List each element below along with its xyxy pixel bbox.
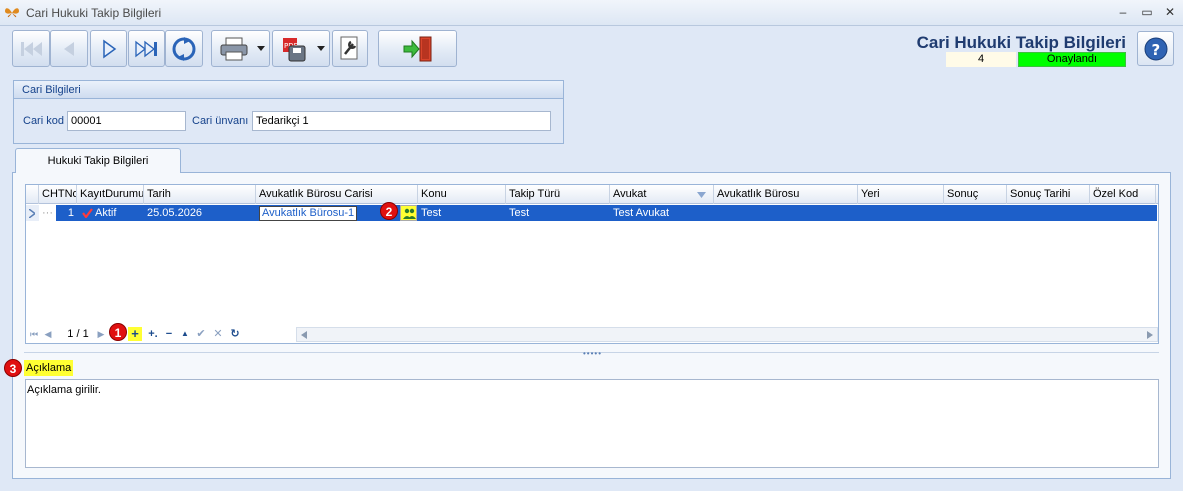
cari-unvan-label: Cari ünvanı [192, 115, 249, 127]
cell-buro-carisi-editor[interactable]: Avukatlık Bürosu-1 [259, 206, 358, 221]
pdf-export-icon: PDF [283, 37, 306, 61]
cell-ozel-kod[interactable] [1090, 205, 1157, 221]
print-dropdown-icon[interactable] [257, 46, 265, 51]
scroll-right-icon[interactable] [1147, 331, 1153, 339]
close-button[interactable]: ✕ [1162, 4, 1178, 20]
cell-takip-turu[interactable]: Test [506, 205, 610, 221]
nav-first-button[interactable]: ⏮ [28, 327, 40, 341]
annotation-badge-3: 3 [4, 359, 22, 377]
refresh-icon [172, 36, 196, 61]
column-header[interactable]: Tarih [144, 185, 256, 204]
last-record-button[interactable] [128, 30, 165, 67]
pdf-dropdown-icon[interactable] [317, 46, 325, 51]
cell-sonuc[interactable] [944, 205, 1007, 221]
help-icon: ? [1144, 37, 1168, 61]
title-bar: Cari Hukuki Takip Bilgileri – ▭ ✕ [0, 0, 1183, 26]
cari-kod-field[interactable]: 00001 [67, 111, 186, 131]
column-header[interactable]: Avukatlık Bürosu [714, 185, 858, 204]
row-indicator [26, 205, 39, 221]
sort-descending-icon [697, 192, 706, 198]
column-header[interactable]: CHTNo [39, 185, 77, 204]
column-header[interactable]: Avukatlık Bürosu Carisi [256, 185, 418, 204]
pdf-export-button[interactable]: PDF [272, 30, 330, 67]
column-header[interactable]: Sonuç [944, 185, 1007, 204]
horizontal-scrollbar[interactable] [296, 327, 1158, 342]
nav-add-copy-button[interactable]: +. [146, 327, 160, 341]
form-title: Cari Hukuki Takip Bilgileri [916, 33, 1126, 52]
previous-record-button[interactable] [50, 30, 88, 67]
column-header[interactable]: Takip Türü [506, 185, 610, 204]
next-record-icon [102, 39, 116, 58]
annotation-badge-1: 1 [109, 323, 127, 341]
nav-confirm-button[interactable]: ✔ [195, 327, 207, 341]
next-record-button[interactable] [90, 30, 127, 67]
grid-header: CHTNo KayıtDurumu Tarih Avukatlık Bürosu… [26, 185, 1158, 204]
cell-chtno[interactable]: 1 [56, 205, 77, 221]
cari-unvan-field[interactable]: Tedarikçi 1 [252, 111, 551, 131]
nav-prev-button[interactable]: ◀ [42, 327, 54, 341]
splitter-grip-icon[interactable]: ••••• [583, 349, 602, 358]
column-header[interactable]: Sonuç Tarihi [1007, 185, 1090, 204]
tools-icon [340, 36, 358, 59]
butterfly-icon [5, 8, 19, 18]
column-header[interactable]: Özel Kod [1090, 185, 1156, 204]
row-tree-line: ··· [42, 207, 53, 219]
nav-next-button[interactable]: ▶ [96, 327, 106, 341]
svg-text:?: ? [1152, 41, 1161, 59]
printer-icon [220, 37, 248, 60]
help-button[interactable]: ? [1137, 31, 1174, 66]
tab-hukuki-takip-bilgileri[interactable]: Hukuki Takip Bilgileri [15, 148, 181, 173]
first-record-icon [21, 41, 42, 56]
checkmark-icon [82, 208, 93, 218]
nav-up-button[interactable]: ▲ [179, 327, 191, 341]
cell-avukatlik-burosu[interactable] [714, 205, 858, 221]
tools-button[interactable] [332, 30, 368, 67]
grid-indicator-header [26, 185, 39, 204]
nav-delete-button[interactable]: − [163, 327, 175, 341]
refresh-button[interactable] [165, 30, 203, 67]
cell-avukat[interactable]: Test Avukat [610, 205, 714, 221]
window-title: Cari Hukuki Takip Bilgileri [26, 6, 162, 20]
column-header[interactable]: KayıtDurumu [77, 185, 144, 204]
exit-door-icon [403, 36, 431, 61]
minimize-button[interactable]: – [1115, 4, 1131, 20]
cell-konu[interactable]: Test [418, 205, 506, 221]
current-row-arrow-icon [29, 209, 35, 218]
last-record-icon [134, 40, 157, 57]
cell-yeri[interactable] [858, 205, 944, 221]
nav-refresh-button[interactable]: ↻ [229, 327, 241, 341]
column-header[interactable]: Konu [418, 185, 506, 204]
people-lookup-icon [403, 208, 416, 219]
nav-page-indicator: 1 / 1 [67, 328, 89, 340]
cari-kod-label: Cari kod [23, 115, 64, 127]
previous-record-icon [64, 41, 74, 56]
status-badge: Onaylandı [1018, 52, 1126, 67]
cell-tarih[interactable]: 25.05.2026 [144, 205, 256, 221]
table-row[interactable]: ··· 1 Aktif 25.05.2026 Avukatlık Bürosu-… [26, 205, 1158, 221]
aciklama-memo[interactable]: Açıklama girilir. [25, 379, 1159, 468]
cell-sonuc-tarihi[interactable] [1007, 205, 1090, 221]
scroll-left-icon[interactable] [301, 331, 307, 339]
exit-button[interactable] [378, 30, 457, 67]
print-button[interactable] [211, 30, 270, 67]
nav-cancel-button[interactable]: ✕ [212, 327, 224, 341]
aciklama-label: Açıklama [24, 360, 74, 376]
cari-bilgileri-title: Cari Bilgileri [14, 81, 563, 99]
column-header[interactable]: Yeri [858, 185, 944, 204]
nav-add-button[interactable]: + [128, 327, 142, 341]
annotation-badge-2: 2 [380, 202, 398, 220]
maximize-button[interactable]: ▭ [1139, 4, 1155, 20]
record-count: 4 [946, 52, 1016, 67]
hukuki-takip-grid: CHTNo KayıtDurumu Tarih Avukatlık Bürosu… [25, 184, 1159, 344]
first-record-button[interactable] [12, 30, 50, 67]
lookup-button[interactable] [400, 205, 417, 221]
